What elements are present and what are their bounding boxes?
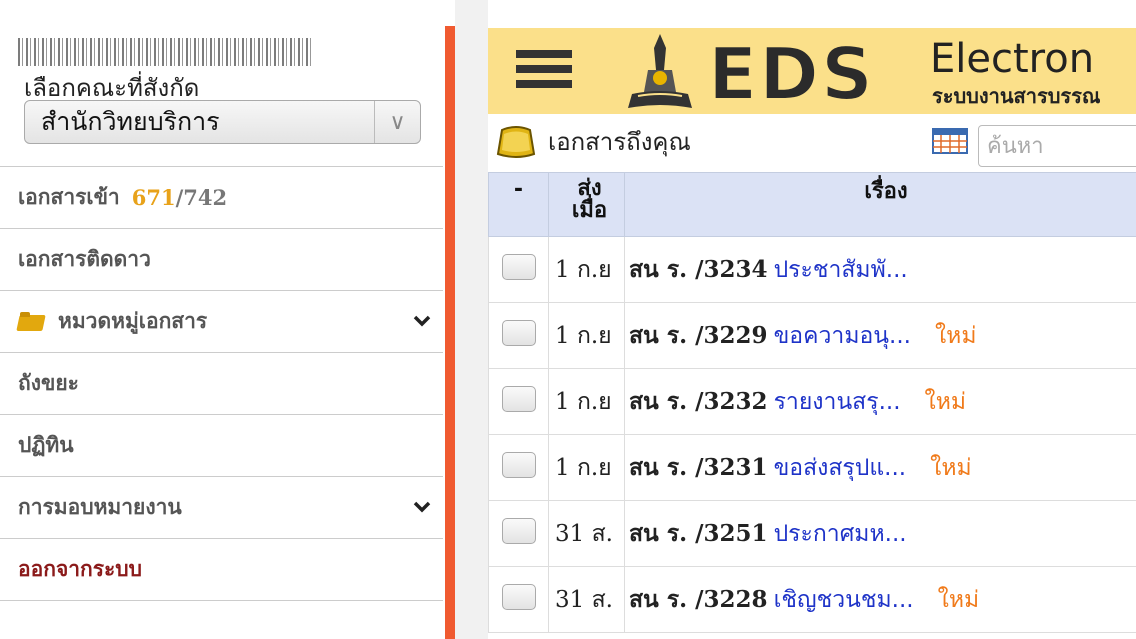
row-subject[interactable]: สน ร. /3231 ขอส่งสรุปแ... ใหม่: [624, 434, 1136, 501]
page-title: เอกสารถึงคุณ: [496, 122, 691, 161]
faculty-select-value: สำนักวิทยบริการ: [41, 107, 220, 136]
table-row[interactable]: 1 ก.ย สน ร. /3229 ขอความอนุ... ใหม่: [488, 302, 1136, 369]
column-header-subject[interactable]: เรื่อง: [624, 172, 1136, 237]
document-number: สน ร. /3232: [629, 387, 768, 415]
document-number: สน ร. /3228: [629, 585, 768, 613]
table-row[interactable]: 1 ก.ย สน ร. /3234 ประชาสัมพั...: [488, 236, 1136, 303]
row-subject[interactable]: สน ร. /3232 รายงานสรุ... ใหม่: [624, 368, 1136, 435]
documents-table: - ส่ง เมื่อ เรื่อง 1 ก.ย สน ร. /3234 ประชา…: [488, 172, 1136, 633]
hamburger-menu-icon[interactable]: [516, 50, 572, 94]
new-badge: ใหม่: [937, 586, 980, 613]
table-row[interactable]: 31 ส. สน ร. /3251 ประกาศมห...: [488, 500, 1136, 567]
sidebar-item-starred[interactable]: เอกสารติดดาว: [0, 229, 443, 291]
sidebar-item-trash[interactable]: ถังขยะ: [0, 353, 443, 415]
column-header-date-line1: ส่ง: [577, 175, 602, 201]
new-badge: ใหม่: [934, 322, 977, 349]
document-title-link[interactable]: ขอส่งสรุปแ...: [774, 455, 907, 481]
chevron-down-icon: [413, 495, 431, 519]
app-title: Electron: [930, 36, 1095, 82]
row-checkbox[interactable]: [501, 583, 536, 610]
row-checkbox[interactable]: [501, 385, 536, 412]
row-subject[interactable]: สน ร. /3228 เชิญชวนชม... ใหม่: [624, 566, 1136, 633]
unread-count: 671: [131, 185, 176, 210]
user-name-redacted: [18, 38, 313, 66]
gutter: [455, 0, 488, 639]
document-number: สน ร. /3251: [629, 519, 768, 547]
row-checkbox-cell: [488, 236, 549, 303]
eds-logo: EDS: [707, 31, 875, 114]
row-checkbox-cell: [488, 500, 549, 567]
row-checkbox[interactable]: [501, 319, 536, 346]
new-badge: ใหม่: [930, 454, 972, 481]
sidebar-item-label: ปฏิทิน: [18, 433, 74, 457]
document-number: สน ร. /3231: [629, 453, 768, 481]
document-title-link[interactable]: ขอความอนุ...: [774, 323, 911, 349]
row-checkbox[interactable]: [501, 253, 536, 280]
row-subject[interactable]: สน ร. /3234 ประชาสัมพั...: [624, 236, 1136, 303]
table-row[interactable]: 1 ก.ย สน ร. /3232 รายงานสรุ... ใหม่: [488, 368, 1136, 435]
sidebar-divider: [445, 26, 455, 639]
table-row[interactable]: 31 ส. สน ร. /3228 เชิญชวนชม... ใหม่: [488, 566, 1136, 633]
column-header-date[interactable]: ส่ง เมื่อ: [548, 172, 625, 237]
document-title-link[interactable]: รายงานสรุ...: [774, 389, 901, 415]
inbox-icon: [496, 125, 536, 158]
document-number: สน ร. /3234: [629, 255, 768, 283]
sidebar-item-calendar[interactable]: ปฏิทิน: [0, 415, 443, 477]
document-title-link[interactable]: เชิญชวนชม...: [774, 587, 914, 613]
table-row[interactable]: 1 ก.ย สน ร. /3231 ขอส่งสรุปแ... ใหม่: [488, 434, 1136, 501]
row-date: 1 ก.ย: [548, 368, 625, 435]
new-badge: ใหม่: [924, 388, 967, 415]
sidebar-item-assignments[interactable]: การมอบหมายงาน: [0, 477, 443, 539]
sidebar-item-label: หมวดหมู่เอกสาร: [58, 309, 208, 333]
document-title-link[interactable]: ประกาศมห...: [774, 521, 907, 547]
row-checkbox-cell: [488, 566, 549, 633]
row-date: 31 ส.: [548, 500, 625, 567]
university-crest-icon: [628, 34, 692, 108]
table-view-icon[interactable]: [932, 128, 968, 154]
sidebar-item-label: การมอบหมายงาน: [18, 495, 182, 519]
sidebar-item-logout[interactable]: ออกจากระบบ: [0, 539, 443, 601]
chevron-down-icon: [413, 309, 431, 333]
sidebar-item-label: เอกสารติดดาว: [18, 247, 151, 271]
sidebar-item-label: เอกสารเข้า: [18, 185, 120, 209]
sidebar: เลือกคณะที่สังกัด สำนักวิทยบริการ ∨ เอกส…: [0, 0, 445, 639]
total-count: /742: [175, 185, 228, 210]
app-header: EDS Electron ระบบงานสารบรรณ: [488, 28, 1136, 114]
row-checkbox-cell: [488, 434, 549, 501]
column-header-select[interactable]: -: [488, 172, 549, 237]
faculty-select[interactable]: สำนักวิทยบริการ ∨: [24, 100, 421, 144]
row-checkbox-cell: [488, 302, 549, 369]
search-input[interactable]: [978, 125, 1136, 167]
row-subject[interactable]: สน ร. /3229 ขอความอนุ... ใหม่: [624, 302, 1136, 369]
row-subject[interactable]: สน ร. /3251 ประกาศมห...: [624, 500, 1136, 567]
row-checkbox-cell: [488, 368, 549, 435]
chevron-down-icon[interactable]: ∨: [374, 101, 420, 143]
sidebar-menu: เอกสารเข้า 671/742 เอกสารติดดาว หมวดหมู่…: [0, 166, 443, 601]
column-header-date-line2: เมื่อ: [571, 197, 608, 223]
row-date: 31 ส.: [548, 566, 625, 633]
row-checkbox[interactable]: [501, 517, 536, 544]
row-date: 1 ก.ย: [548, 236, 625, 303]
app-subtitle: ระบบงานสารบรรณ: [932, 84, 1101, 108]
folder-icon: [18, 311, 48, 332]
sidebar-item-label: ออกจากระบบ: [18, 557, 142, 581]
sidebar-item-categories[interactable]: หมวดหมู่เอกสาร: [0, 291, 443, 353]
sidebar-item-inbox[interactable]: เอกสารเข้า 671/742: [0, 167, 443, 229]
sidebar-item-label: ถังขยะ: [18, 371, 79, 395]
document-number: สน ร. /3229: [629, 321, 768, 349]
document-title-link[interactable]: ประชาสัมพั...: [774, 257, 908, 283]
row-checkbox[interactable]: [501, 451, 536, 478]
main-content: EDS Electron ระบบงานสารบรรณ เอกสารถึงคุณ…: [488, 0, 1136, 639]
row-date: 1 ก.ย: [548, 302, 625, 369]
row-date: 1 ก.ย: [548, 434, 625, 501]
page-title-text: เอกสารถึงคุณ: [548, 128, 691, 156]
